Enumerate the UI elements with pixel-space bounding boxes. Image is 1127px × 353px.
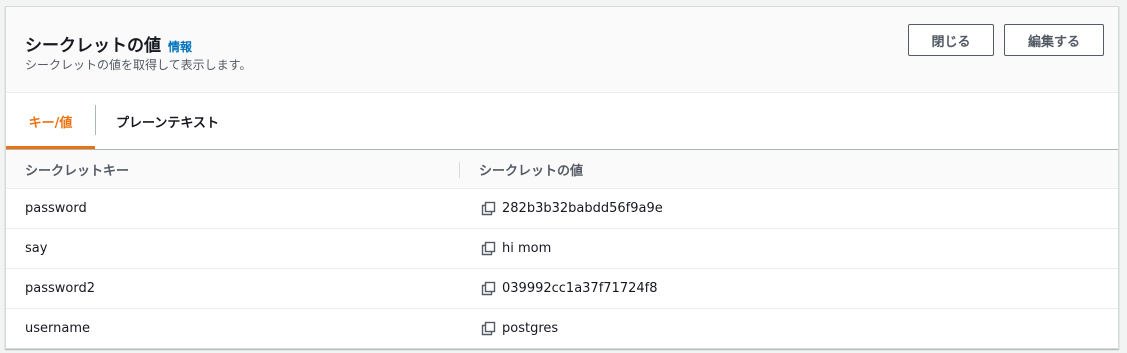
secret-value-cell: postgres <box>481 309 558 348</box>
secret-value-panel: シークレットの値 情報 シークレットの値を取得して表示します。 閉じる 編集する… <box>5 6 1119 349</box>
column-header-key[interactable]: シークレットキー <box>25 150 129 188</box>
page-title: シークレットの値 <box>25 36 161 56</box>
table-row: password2 039992cc1a37f71724f8 <box>6 269 1118 309</box>
secret-value-cell: 039992cc1a37f71724f8 <box>481 269 657 308</box>
panel-header: シークレットの値 情報 シークレットの値を取得して表示します。 閉じる 編集する <box>6 7 1118 93</box>
copy-icon[interactable] <box>481 281 496 296</box>
secret-value-cell: hi mom <box>481 229 551 268</box>
column-divider <box>459 162 460 178</box>
table-row: username postgres <box>6 309 1118 348</box>
secret-key-cell: password <box>25 201 87 216</box>
secrets-table: シークレットキー シークレットの値 password 282b3b32babdd… <box>6 149 1118 348</box>
tab-plaintext[interactable]: プレーンテキスト <box>116 93 219 149</box>
table-row: password 282b3b32babdd56f9a9e <box>6 189 1118 229</box>
table-header: シークレットキー シークレットの値 <box>6 149 1118 189</box>
secret-key-cell: say <box>25 241 48 256</box>
copy-icon[interactable] <box>481 241 496 256</box>
tab-bar: キー/値 プレーンテキスト <box>6 93 1118 149</box>
secret-value-text: 039992cc1a37f71724f8 <box>502 281 658 296</box>
tab-divider <box>95 105 96 135</box>
tab-key-value[interactable]: キー/値 <box>6 93 95 149</box>
secret-key-cell: username <box>25 321 90 336</box>
title-row: シークレットの値 情報 <box>25 31 192 56</box>
info-link[interactable]: 情報 <box>168 38 192 55</box>
secret-value-text: 282b3b32babdd56f9a9e <box>502 201 663 216</box>
edit-button[interactable]: 編集する <box>1004 24 1104 56</box>
secret-value-text: hi mom <box>502 241 552 256</box>
secret-value-cell: 282b3b32babdd56f9a9e <box>481 189 663 228</box>
secret-value-text: postgres <box>502 321 559 336</box>
column-header-value[interactable]: シークレットの値 <box>479 150 583 188</box>
close-button[interactable]: 閉じる <box>908 24 994 56</box>
secret-key-cell: password2 <box>25 281 95 296</box>
copy-icon[interactable] <box>481 201 496 216</box>
page-description: シークレットの値を取得して表示します。 <box>25 58 252 72</box>
table-row: say hi mom <box>6 229 1118 269</box>
copy-icon[interactable] <box>481 321 496 336</box>
